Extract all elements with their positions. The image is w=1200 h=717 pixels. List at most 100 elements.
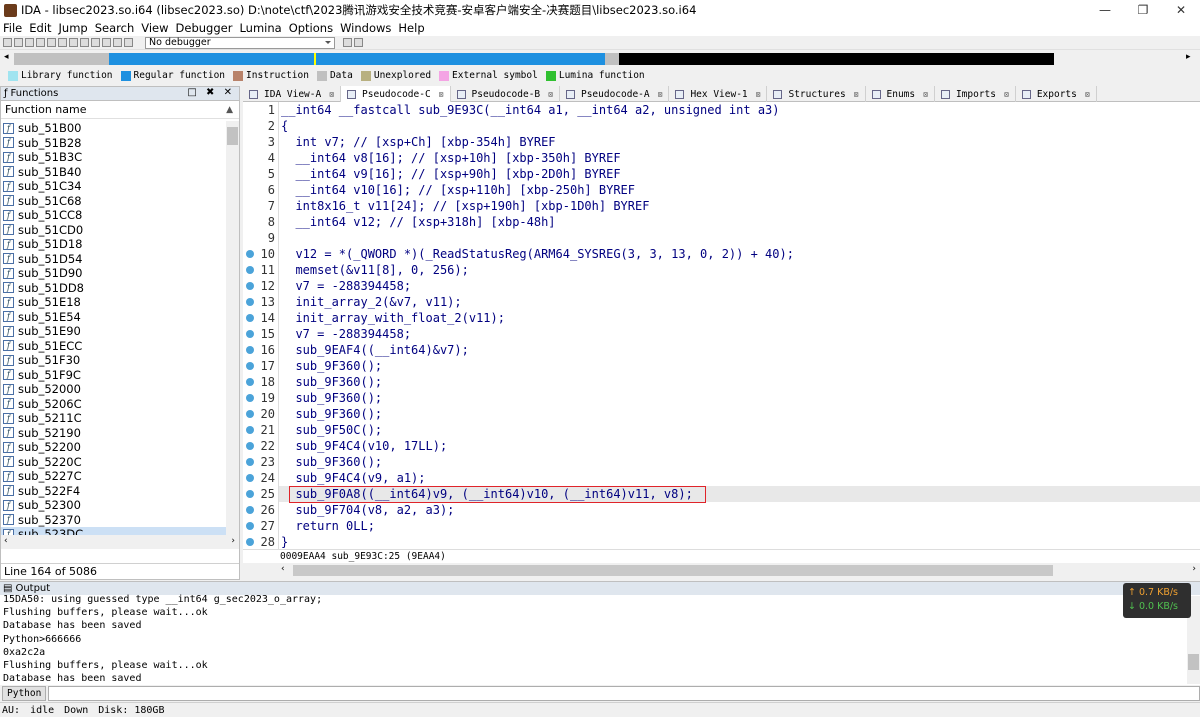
function-list-item[interactable]: f sub_51CC8: [1, 208, 227, 223]
nav-right-arrow-icon[interactable]: ▸: [1186, 52, 1191, 62]
function-list-item[interactable]: f sub_51C34: [1, 179, 227, 194]
menu-lumina[interactable]: Lumina: [239, 21, 281, 35]
breakpoint-dot-icon[interactable]: [246, 506, 254, 514]
menu-options[interactable]: Options: [289, 21, 333, 35]
code-line[interactable]: {: [279, 118, 1200, 134]
function-list-item[interactable]: f sub_51DD8: [1, 281, 227, 296]
function-list[interactable]: f sub_51B00 f sub_51B28 f sub_51B3C f sub_51B40…: [1, 121, 227, 535]
code-line[interactable]: sub_9EAF4((__int64)&v7);: [279, 342, 1200, 358]
open-icon[interactable]: [14, 38, 23, 47]
breakpoint-dot-icon[interactable]: [246, 426, 254, 434]
panel-controls[interactable]: □ ✖ ✕: [187, 87, 235, 98]
code-line[interactable]: __int64 v9[16]; // [xsp+90h] [xbp-2D0h] …: [279, 166, 1200, 182]
breakpoint-dot-icon[interactable]: [246, 538, 254, 546]
search-icon[interactable]: [58, 38, 67, 47]
pseudocode-view[interactable]: 1 2 3 4 5 6 7 8 9 10 11 12 13 14 15 16 17 18 19 20 21 22 23 24 2…: [243, 102, 1200, 549]
tab-imports[interactable]: Imports ⊠: [935, 86, 1016, 102]
function-list-item[interactable]: f sub_52000: [1, 382, 227, 397]
function-list-item[interactable]: f sub_51D90: [1, 266, 227, 281]
tab-close-icon[interactable]: ⊠: [548, 90, 553, 99]
tab-close-icon[interactable]: ⊠: [439, 90, 444, 99]
code-line[interactable]: sub_9F360();: [279, 358, 1200, 374]
stop-icon[interactable]: [124, 38, 133, 47]
menu-jump[interactable]: Jump: [59, 21, 88, 35]
save-icon[interactable]: [3, 38, 12, 47]
menu-edit[interactable]: Edit: [29, 21, 51, 35]
breakpoint-dot-icon[interactable]: [246, 522, 254, 530]
function-name-column-header[interactable]: Function name ▲: [1, 101, 239, 119]
code-line[interactable]: sub_9F704(v8, a2, a3);: [279, 502, 1200, 518]
function-list-item[interactable]: f sub_51E90: [1, 324, 227, 339]
breakpoint-dot-icon[interactable]: [246, 474, 254, 482]
pseudocode-hscrollbar[interactable]: ‹ ›: [278, 563, 1200, 578]
debugger-select[interactable]: No debugger: [145, 36, 335, 49]
function-list-item[interactable]: f sub_51D18: [1, 237, 227, 252]
menu-search[interactable]: Search: [95, 21, 135, 35]
function-list-hscrollbar[interactable]: ‹ ›: [1, 535, 239, 549]
code-line[interactable]: [279, 230, 1200, 246]
breakpoint-icon[interactable]: [354, 38, 363, 47]
function-list-item[interactable]: f sub_51F9C: [1, 368, 227, 383]
breakpoint-dot-icon[interactable]: [246, 266, 254, 274]
breakpoint-dot-icon[interactable]: [246, 394, 254, 402]
breakpoint-dot-icon[interactable]: [246, 314, 254, 322]
minimize-button[interactable]: —: [1086, 0, 1124, 20]
code-line[interactable]: v12 = *(_QWORD *)(_ReadStatusReg(ARM64_S…: [279, 246, 1200, 262]
code-line[interactable]: sub_9F50C();: [279, 422, 1200, 438]
tab-close-icon[interactable]: ⊠: [329, 90, 334, 99]
tab-close-icon[interactable]: ⊠: [1085, 90, 1090, 99]
output-log[interactable]: 15DA50: using guessed type __int64 g_sec…: [3, 593, 1183, 685]
code-line[interactable]: sub_9F360();: [279, 390, 1200, 406]
binary-search-icon[interactable]: [80, 38, 89, 47]
tab-close-icon[interactable]: ⊠: [923, 90, 928, 99]
code-line[interactable]: return 0LL;: [279, 518, 1200, 534]
tab-close-icon[interactable]: ⊠: [854, 90, 859, 99]
function-list-item[interactable]: f sub_51D54: [1, 252, 227, 267]
menu-windows[interactable]: Windows: [340, 21, 391, 35]
function-list-item[interactable]: f sub_5220C: [1, 455, 227, 470]
forward-icon[interactable]: [36, 38, 45, 47]
code-line[interactable]: int v7; // [xsp+Ch] [xbp-354h] BYREF: [279, 134, 1200, 150]
breakpoint-dot-icon[interactable]: [246, 378, 254, 386]
code-line[interactable]: __int64 v12; // [xsp+318h] [xbp-48h]: [279, 214, 1200, 230]
function-list-item[interactable]: f sub_51B3C: [1, 150, 227, 165]
code-line[interactable]: }: [279, 534, 1200, 550]
menu-debugger[interactable]: Debugger: [176, 21, 233, 35]
breakpoint-dot-icon[interactable]: [246, 298, 254, 306]
run-icon[interactable]: [102, 38, 111, 47]
function-list-item[interactable]: f sub_52370: [1, 513, 227, 528]
code-line[interactable]: v7 = -288394458;: [279, 278, 1200, 294]
python-command-input[interactable]: [48, 686, 1200, 701]
nav-left-arrow-icon[interactable]: ◂: [4, 52, 9, 62]
back-icon[interactable]: [25, 38, 34, 47]
code-line[interactable]: init_array_2(&v7, v11);: [279, 294, 1200, 310]
pause-icon[interactable]: [113, 38, 122, 47]
copy-icon[interactable]: [47, 38, 56, 47]
tab-close-icon[interactable]: ⊠: [756, 90, 761, 99]
function-list-item[interactable]: f sub_51CD0: [1, 223, 227, 238]
graph-icon[interactable]: [91, 38, 100, 47]
close-button[interactable]: ✕: [1162, 0, 1200, 20]
function-list-item[interactable]: f sub_51C68: [1, 194, 227, 209]
function-list-scrollbar[interactable]: [226, 121, 239, 535]
function-list-item[interactable]: f sub_523DC: [1, 527, 227, 535]
menu-view[interactable]: View: [141, 21, 168, 35]
code-line[interactable]: int8x16_t v11[24]; // [xsp+190h] [xbp-1D…: [279, 198, 1200, 214]
function-list-item[interactable]: f sub_5211C: [1, 411, 227, 426]
breakpoint-dot-icon[interactable]: [246, 282, 254, 290]
breakpoint-dot-icon[interactable]: [246, 442, 254, 450]
breakpoint-dot-icon[interactable]: [246, 490, 254, 498]
code-line[interactable]: sub_9F360();: [279, 406, 1200, 422]
breakpoint-dot-icon[interactable]: [246, 458, 254, 466]
breakpoint-dot-icon[interactable]: [246, 250, 254, 258]
function-list-item[interactable]: f sub_51E54: [1, 310, 227, 325]
tab-exports[interactable]: Exports ⊠: [1016, 86, 1097, 102]
breakpoint-dot-icon[interactable]: [246, 362, 254, 370]
tab-pseudocode-c[interactable]: Pseudocode-C ⊠: [341, 86, 451, 102]
function-list-item[interactable]: f sub_51E18: [1, 295, 227, 310]
maximize-button[interactable]: ❐: [1124, 0, 1162, 20]
function-list-item[interactable]: f sub_51F30: [1, 353, 227, 368]
python-language-button[interactable]: Python: [2, 686, 47, 701]
tab-enums[interactable]: Enums ⊠: [866, 86, 935, 102]
tab-structures[interactable]: Structures ⊠: [767, 86, 866, 102]
